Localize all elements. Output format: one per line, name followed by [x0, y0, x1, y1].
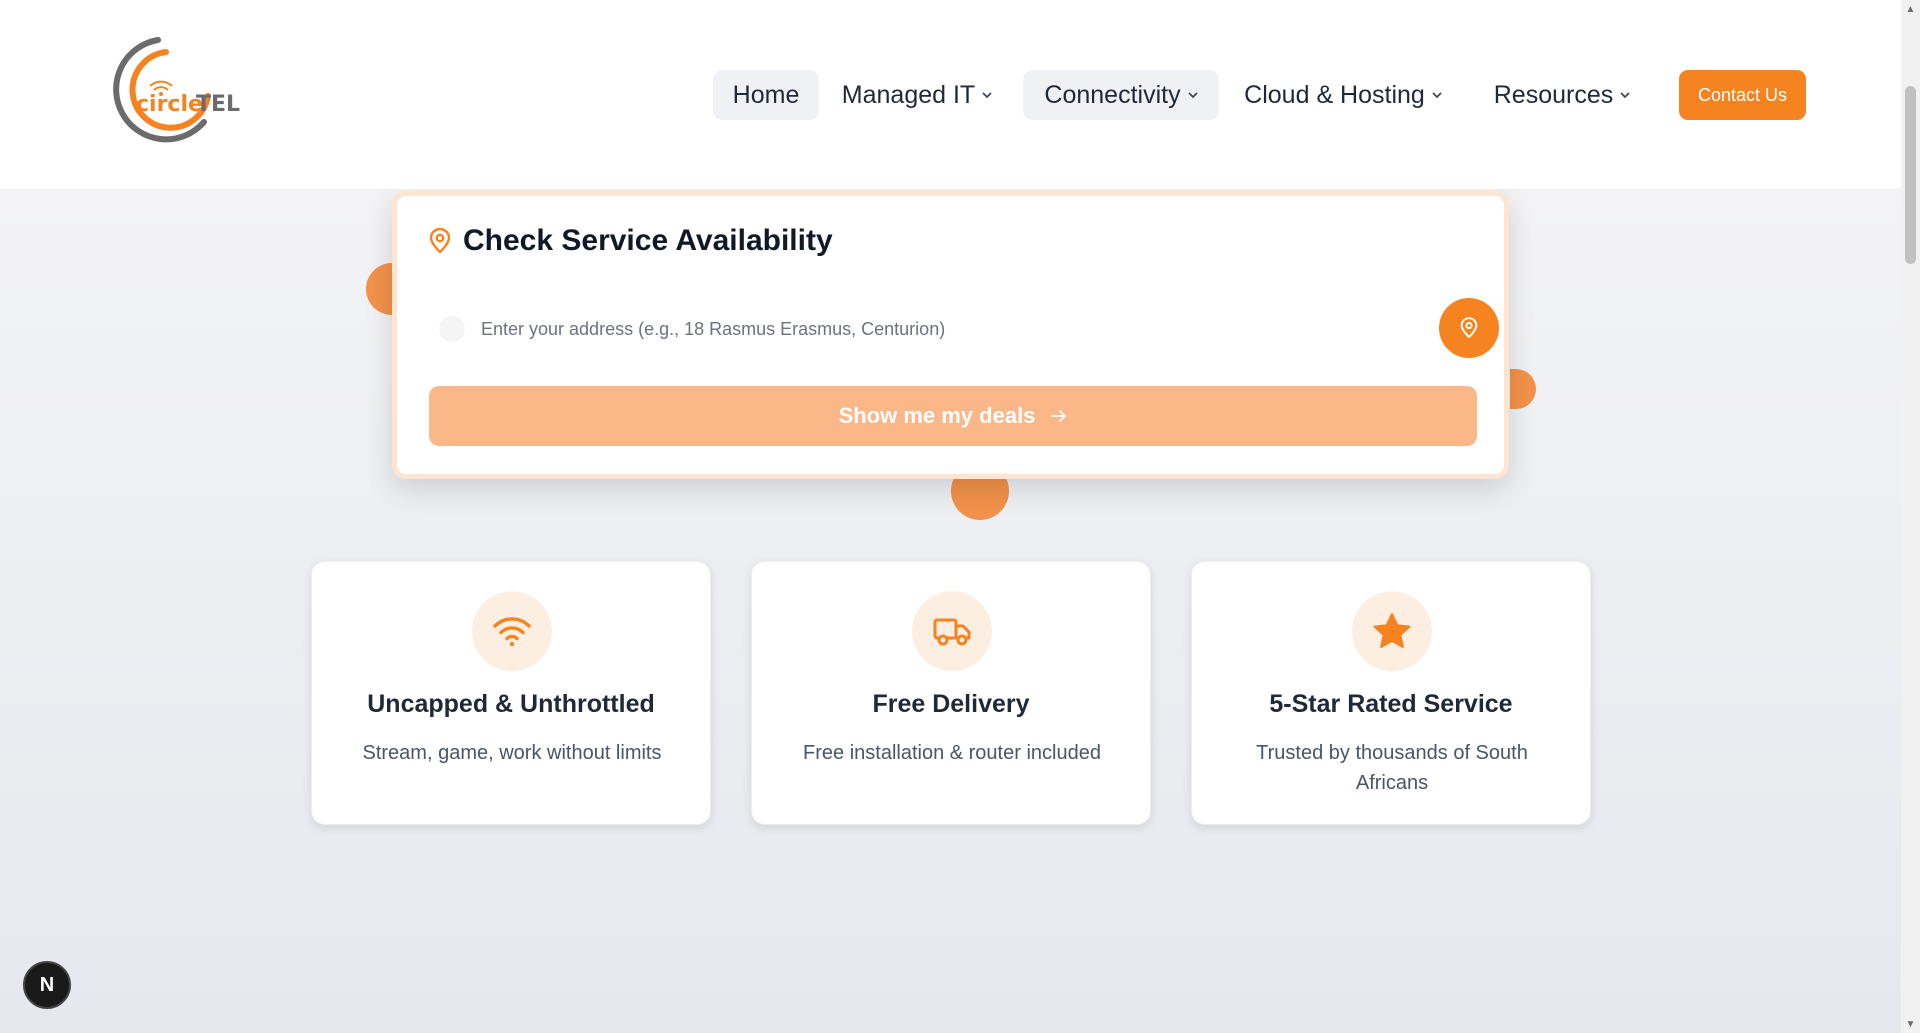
arrow-right-icon	[1051, 409, 1067, 423]
chevron-down-icon	[1188, 91, 1198, 99]
map-pin-icon	[429, 228, 451, 254]
nav-item-label: Cloud & Hosting	[1244, 80, 1425, 109]
availability-title-text: Check Service Availability	[463, 224, 833, 257]
feature-card-free-delivery: Free Delivery Free installation & router…	[751, 561, 1151, 825]
scroll-up-arrow-icon[interactable]: ▲	[1904, 2, 1917, 16]
feature-icon-circle	[1352, 591, 1432, 671]
nav-item-label: Resources	[1493, 80, 1614, 109]
feature-icon-circle	[912, 591, 992, 671]
wifi-icon	[492, 615, 532, 647]
feature-description: Free installation & router included	[803, 742, 1101, 764]
chevron-down-icon	[982, 91, 992, 99]
star-icon	[1372, 612, 1412, 650]
feature-description: Trusted by thousands of South Africans	[1256, 742, 1528, 794]
logo-text-suffix: TEL	[196, 92, 240, 117]
address-input[interactable]	[479, 306, 1379, 352]
nav-item-managed-it[interactable]: Managed IT	[835, 70, 999, 120]
address-status-dot	[439, 316, 465, 342]
chevron-down-icon	[1620, 91, 1630, 99]
circletel-logo[interactable]: circle TEL	[96, 30, 246, 150]
nav-item-cloud-hosting[interactable]: Cloud & Hosting	[1237, 70, 1449, 120]
site-header: circle TEL Home Managed IT Connectivity	[0, 0, 1901, 190]
scrollbar-thumb[interactable]	[1905, 86, 1916, 264]
nav-item-label: Home	[732, 80, 800, 109]
feature-card-uncapped: Uncapped & Unthrottled Stream, game, wor…	[311, 561, 711, 825]
scroll-down-arrow-icon[interactable]: ▼	[1904, 1017, 1917, 1031]
feature-title: Uncapped & Unthrottled	[367, 690, 655, 718]
availability-title: Check Service Availability	[429, 224, 833, 258]
nav-item-connectivity[interactable]: Connectivity	[1023, 70, 1219, 120]
nav-item-resources[interactable]: Resources	[1481, 70, 1643, 120]
feature-description: Stream, game, work without limits	[362, 742, 662, 764]
contact-us-button[interactable]: Contact Us	[1679, 70, 1806, 120]
feature-title: Free Delivery	[872, 690, 1030, 718]
service-availability-card: Check Service Availability Show me my de…	[392, 191, 1509, 479]
feature-card-five-star: 5-Star Rated Service Trusted by thousand…	[1191, 561, 1591, 825]
nav-item-label: Connectivity	[1044, 80, 1181, 109]
decorative-circle	[1510, 369, 1536, 409]
page-scrollbar[interactable]: ▲ ▼	[1901, 0, 1920, 1033]
logo-text-prefix: circle	[136, 92, 203, 117]
nextjs-dev-badge[interactable]: N	[23, 961, 71, 1009]
map-pin-icon	[1460, 317, 1478, 339]
nav-item-home[interactable]: Home	[713, 70, 819, 120]
feature-icon-circle	[472, 591, 552, 671]
address-search-row	[429, 298, 1499, 358]
show-deals-label: Show me my deals	[838, 403, 1036, 428]
chevron-down-icon	[1432, 91, 1442, 99]
nav-item-label: Managed IT	[841, 80, 976, 109]
show-deals-button[interactable]: Show me my deals	[429, 386, 1477, 446]
truck-icon	[932, 615, 972, 647]
page: circle TEL Home Managed IT Connectivity	[0, 0, 1920, 1033]
feature-title: 5-Star Rated Service	[1269, 690, 1513, 718]
locate-me-button[interactable]	[1439, 298, 1499, 358]
